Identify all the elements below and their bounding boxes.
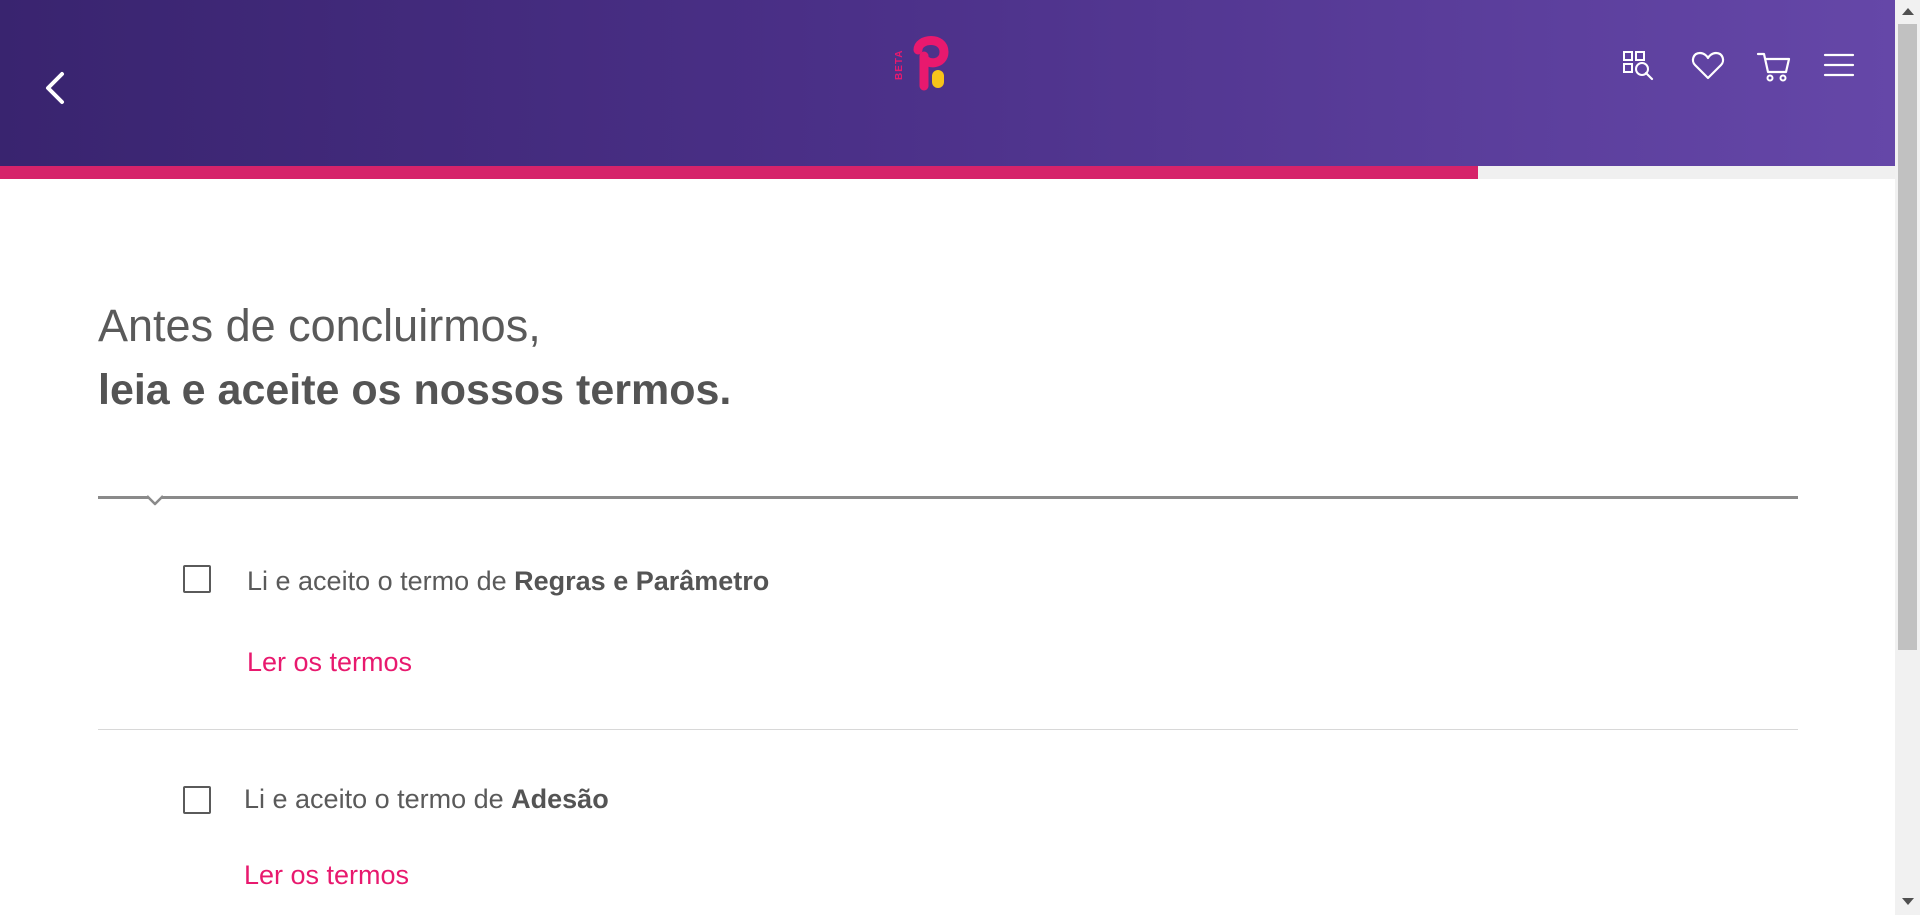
page-title-line-2: leia e aceite os nossos termos.: [98, 366, 732, 414]
term-divider: [98, 729, 1798, 730]
caret-down-icon: [146, 495, 164, 506]
scroll-thumb[interactable]: [1898, 24, 1917, 650]
beta-badge: BETA: [894, 50, 905, 80]
menu-icon: [1823, 53, 1855, 77]
terms-label-prefix: Li e aceito o termo de: [247, 566, 515, 596]
page-title-line-1: Antes de concluirmos,: [98, 300, 541, 351]
terms-checkbox-adesao[interactable]: [183, 786, 211, 814]
terms-label-name: Regras e Parâmetro: [514, 566, 770, 596]
back-button[interactable]: [36, 64, 74, 112]
scroll-down-arrow-icon[interactable]: [1902, 898, 1914, 905]
read-terms-link-adesao[interactable]: Ler os termos: [244, 860, 409, 891]
menu-button[interactable]: [1820, 46, 1860, 86]
progress-fill: [0, 166, 1479, 179]
progress-bar: [0, 166, 1895, 179]
terms-label-prefix: Li e aceito o termo de: [244, 784, 512, 814]
cart-button[interactable]: [1754, 46, 1794, 86]
cart-icon: [1756, 52, 1791, 82]
wishlist-button[interactable]: [1688, 46, 1728, 86]
terms-label-name: Adesão: [511, 784, 609, 814]
section-divider: [98, 496, 1798, 499]
product-search-button[interactable]: [1620, 46, 1660, 86]
brand-logo[interactable]: BETA: [888, 28, 958, 98]
terms-label-regras[interactable]: Li e aceito o termo de Regras e Parâmetr…: [247, 566, 769, 597]
terms-checkbox-regras[interactable]: [183, 565, 211, 593]
read-terms-link-regras[interactable]: Ler os termos: [247, 647, 412, 678]
terms-label-adesao[interactable]: Li e aceito o termo de Adesão: [244, 784, 609, 815]
vertical-scrollbar[interactable]: [1895, 0, 1920, 915]
scroll-up-arrow-icon[interactable]: [1902, 8, 1914, 15]
chevron-left-icon: [46, 72, 64, 104]
product-search-icon: [1623, 51, 1654, 81]
top-header: BETA: [0, 0, 1895, 166]
heart-icon: [1691, 51, 1725, 80]
